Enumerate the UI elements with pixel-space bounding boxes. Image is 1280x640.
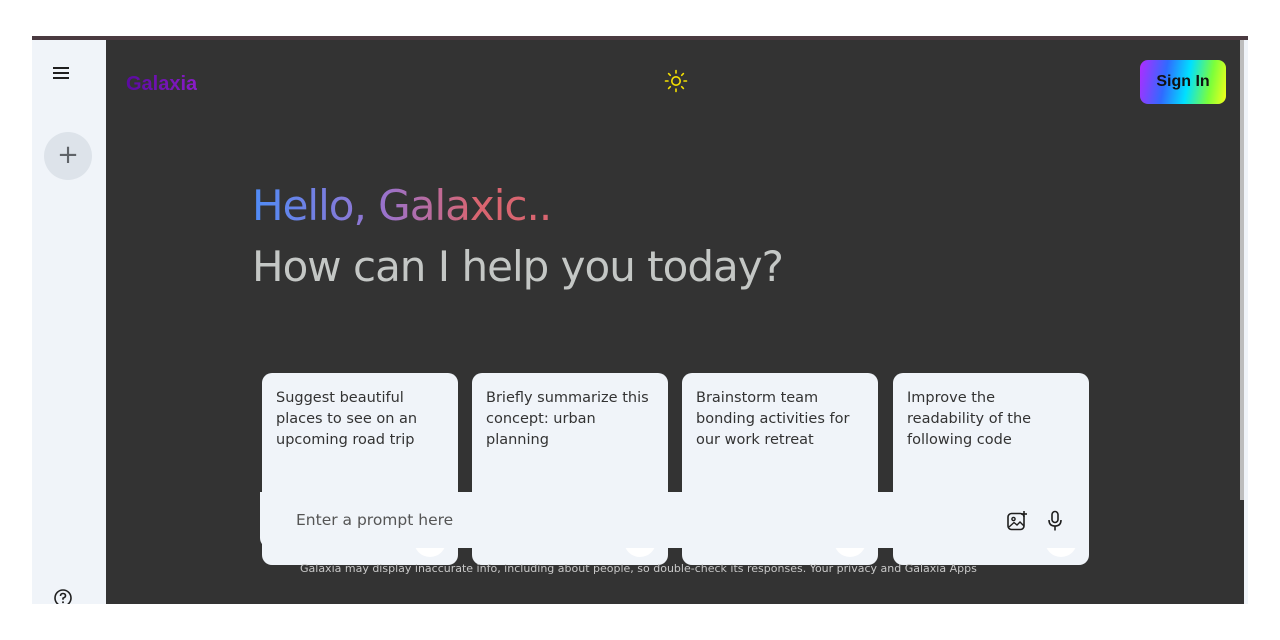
prompt-bar (260, 492, 1088, 548)
disclaimer-text: Galaxia may display inaccurate info, inc… (300, 562, 977, 575)
microphone-icon[interactable] (1046, 510, 1064, 532)
greeting-subtitle: How can I help you today? (252, 242, 784, 291)
sidebar: + (32, 40, 106, 604)
suggestion-card-text: Brainstorm team bonding activities for o… (696, 390, 850, 448)
scrollbar[interactable] (1240, 40, 1244, 500)
image-add-icon[interactable] (1006, 510, 1028, 532)
suggestion-card-text: Suggest beautiful places to see on an up… (276, 390, 418, 448)
suggestion-card-text: Improve the readability of the following… (907, 390, 1032, 448)
hamburger-menu-icon[interactable] (53, 67, 71, 81)
sign-in-button[interactable]: Sign In (1140, 60, 1226, 104)
suggestion-card-text: Briefly summarize this concept: urban pl… (486, 390, 649, 448)
prompt-input[interactable] (296, 506, 956, 534)
brand-logo[interactable]: Galaxia (126, 73, 197, 96)
main-panel: Galaxia Sign In Hello, Galaxic.. How can… (106, 40, 1244, 604)
sign-in-label: Sign In (1156, 73, 1210, 90)
greeting-title: Hello, Galaxic.. (252, 181, 552, 230)
sun-icon[interactable] (664, 69, 688, 93)
app-window: + Galaxia Sign In Hello, Galaxic.. How c… (32, 36, 1248, 604)
help-circle-icon[interactable] (53, 588, 73, 604)
new-chat-button[interactable]: + (44, 132, 92, 180)
